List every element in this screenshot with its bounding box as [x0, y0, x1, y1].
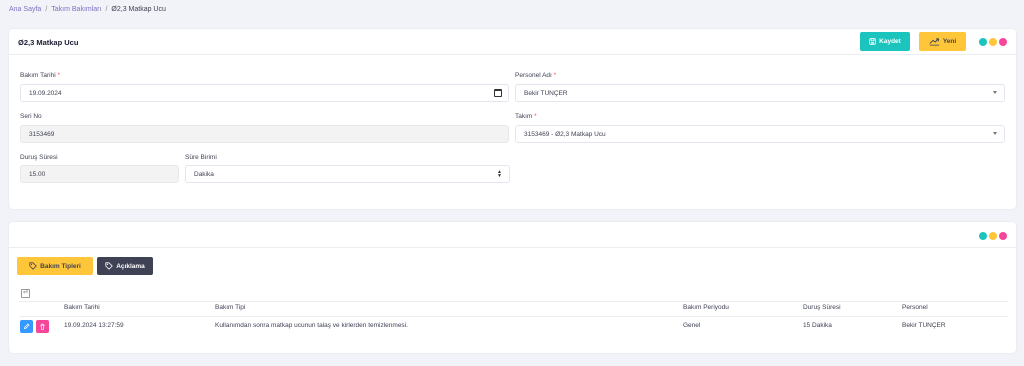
tool-label: Takım *	[515, 113, 537, 120]
card-toolbar-dots	[979, 232, 1007, 240]
serial-number-field: 3153469	[20, 125, 509, 143]
tab-description[interactable]: Açıklama	[97, 257, 153, 275]
new-button-label: Yeni	[942, 38, 957, 45]
breadcrumb-tool-maintenance-link[interactable]: Takım Bakımları	[51, 6, 101, 13]
downtime-field: 15.00	[20, 165, 179, 183]
serial-number-label: Seri No	[20, 113, 42, 120]
cell-personnel: Bekir TUNÇER	[902, 322, 946, 329]
page-title: Ø2,3 Matkap Ucu	[18, 38, 79, 47]
tag-icon	[29, 262, 37, 270]
maintenance-form-card: Ø2,3 Matkap Ucu Kaydet Yeni Bakım Tarihi…	[9, 29, 1016, 209]
tag-icon	[105, 262, 113, 270]
time-unit-select[interactable]: Dakika ▲ ▼	[185, 165, 510, 183]
cell-maintenance-period: Genel	[683, 322, 701, 329]
calendar-icon[interactable]	[494, 89, 502, 97]
trash-icon	[40, 323, 45, 330]
teal-dot-icon[interactable]	[979, 38, 987, 46]
tool-value: 3153469 - Ø2,3 Matkap Ucu	[524, 130, 606, 138]
column-header-maintenance-date[interactable]: Bakım Tarihi	[64, 304, 100, 311]
maintenance-date-value: 19.09.2024	[29, 89, 62, 97]
card-toolbar-dots	[979, 38, 1007, 46]
breadcrumb-home-link[interactable]: Ana Sayfa	[9, 6, 41, 13]
tab-maintenance-types[interactable]: Bakım Tipleri	[17, 257, 93, 275]
pink-dot-icon[interactable]	[999, 38, 1007, 46]
personnel-name-label: Personel Adı *	[515, 72, 557, 79]
up-down-arrows-icon: ▲ ▼	[497, 169, 502, 179]
yellow-dot-icon[interactable]	[989, 232, 997, 240]
edit-button[interactable]	[20, 320, 33, 333]
cell-maintenance-type: Kullanımdan sonra matkap ucunun talaş ve…	[215, 322, 408, 329]
maintenance-date-label: Bakım Tarihi *	[20, 72, 60, 79]
details-card-header	[9, 222, 1016, 248]
table-header-border	[19, 316, 1008, 317]
serial-number-value: 3153469	[29, 130, 55, 138]
save-button-label: Kaydet	[879, 38, 901, 45]
cell-maintenance-date: 19.09.2024 13:27:59	[64, 322, 124, 329]
breadcrumb-separator: /	[105, 6, 108, 13]
breadcrumb-separator: /	[45, 6, 48, 13]
save-icon	[869, 38, 876, 45]
yellow-dot-icon[interactable]	[989, 38, 997, 46]
pink-dot-icon[interactable]	[999, 232, 1007, 240]
teal-dot-icon[interactable]	[979, 232, 987, 240]
breadcrumb-current: Ø2,3 Matkap Ucu	[111, 6, 166, 13]
cell-downtime: 15 Dakika	[803, 322, 832, 329]
time-unit-label: Süre Birimi	[185, 154, 217, 161]
breadcrumb: Ana Sayfa / Takım Bakımları / Ø2,3 Matka…	[9, 6, 166, 13]
tab-maintenance-types-label: Bakım Tipleri	[40, 262, 81, 270]
tab-description-label: Açıklama	[116, 262, 145, 270]
maintenance-date-input[interactable]: 19.09.2024	[20, 84, 509, 102]
export-icon[interactable]: ⏎	[21, 289, 30, 298]
column-header-maintenance-period[interactable]: Bakım Periyodu	[683, 304, 729, 311]
personnel-name-select[interactable]: Bekir TUNÇER	[515, 84, 1005, 102]
save-button[interactable]: Kaydet	[860, 32, 910, 51]
maintenance-details-card: Bakım Tipleri Açıklama ⏎ Bakım Tarihi Ba…	[9, 222, 1016, 353]
column-header-downtime[interactable]: Duruş Süresi	[803, 304, 841, 311]
personnel-name-value: Bekir TUNÇER	[524, 89, 568, 97]
column-header-maintenance-type[interactable]: Bakım Tipi	[215, 304, 245, 311]
form-card-header: Ø2,3 Matkap Ucu Kaydet Yeni	[9, 29, 1016, 55]
time-unit-value: Dakika	[194, 170, 214, 178]
table-top-border	[19, 301, 1008, 302]
downtime-value: 15.00	[29, 170, 46, 178]
chevron-down-icon	[993, 132, 997, 135]
new-button[interactable]: Yeni	[919, 32, 966, 51]
tool-select[interactable]: 3153469 - Ø2,3 Matkap Ucu	[515, 125, 1005, 143]
column-header-personnel[interactable]: Personel	[902, 304, 928, 311]
downtime-label: Duruş Süresi	[20, 154, 58, 161]
pencil-icon	[23, 323, 30, 330]
delete-button[interactable]	[36, 320, 49, 333]
add-new-icon	[929, 37, 940, 46]
chevron-down-icon	[993, 91, 997, 94]
